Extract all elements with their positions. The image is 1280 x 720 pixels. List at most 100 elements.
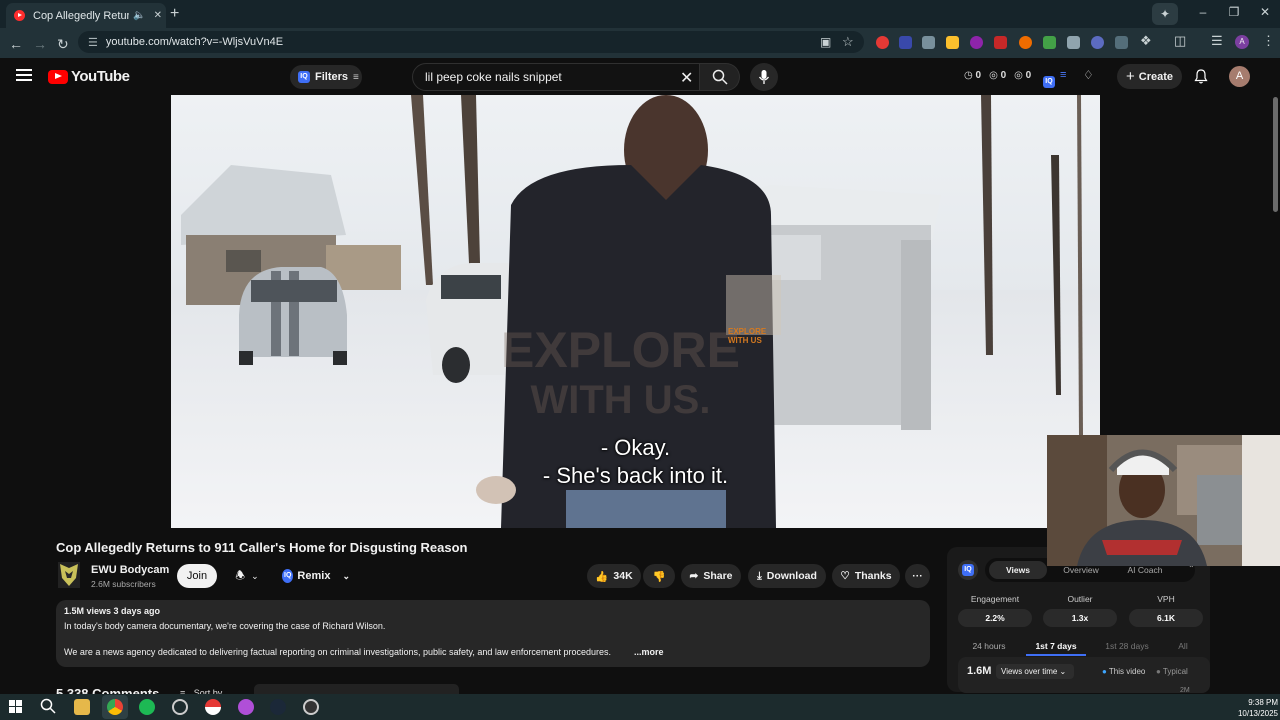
stats-icon[interactable]: ≡ bbox=[1060, 69, 1066, 81]
extension-icon[interactable] bbox=[1067, 36, 1080, 49]
channel-avatar[interactable] bbox=[58, 562, 80, 588]
join-button[interactable]: Join bbox=[177, 564, 217, 588]
hamburger-menu-icon[interactable] bbox=[16, 69, 32, 81]
site-settings-icon[interactable]: ☰ bbox=[88, 36, 98, 49]
engagement-value: 2.2% bbox=[958, 609, 1032, 627]
speaker-icon[interactable]: 🔈 bbox=[133, 10, 145, 21]
more-actions-button[interactable]: ··· bbox=[905, 564, 930, 588]
install-app-icon[interactable]: ▣ bbox=[820, 35, 831, 49]
create-label: Create bbox=[1138, 70, 1173, 83]
extension-icon[interactable] bbox=[970, 36, 983, 49]
remix-button[interactable]: IQ Remix ⌄ bbox=[279, 564, 350, 588]
taskbar-search-icon[interactable] bbox=[40, 698, 56, 719]
browser-tab[interactable]: Cop Allegedly Returns to 911 🔈 ✕ bbox=[6, 3, 166, 28]
app-icon[interactable] bbox=[238, 699, 254, 715]
spotify-icon[interactable] bbox=[139, 699, 155, 715]
vidiq-counters[interactable]: ◷ 0 ◎ 0 ◎ 0 bbox=[964, 70, 1031, 81]
plus-icon: + bbox=[1125, 68, 1135, 85]
pokeball-icon[interactable] bbox=[205, 699, 221, 715]
windows-taskbar bbox=[0, 694, 1280, 720]
trophy-icon[interactable]: ♢ bbox=[1083, 68, 1094, 82]
reading-list-icon[interactable]: ☰ bbox=[1211, 33, 1223, 49]
legend-typical: ● Typical bbox=[1156, 667, 1188, 676]
download-button[interactable]: ⤓ Download bbox=[748, 564, 826, 588]
sparkle-icon[interactable]: ✦ bbox=[1152, 3, 1178, 25]
browser-menu-icon[interactable]: ⋮ bbox=[1262, 33, 1275, 49]
extension-icon[interactable] bbox=[922, 36, 935, 49]
extension-icon[interactable] bbox=[876, 36, 889, 49]
minimize-button[interactable]: – bbox=[1188, 5, 1218, 19]
filters-label: Filters bbox=[315, 71, 349, 83]
create-button[interactable]: + Create bbox=[1117, 64, 1182, 89]
legend-this-video: ● This video bbox=[1102, 667, 1146, 676]
dislike-button[interactable]: 👎 bbox=[643, 564, 675, 588]
extension-icon[interactable] bbox=[1019, 36, 1032, 49]
voice-search-button[interactable] bbox=[750, 63, 778, 91]
new-tab-button[interactable]: + bbox=[170, 6, 179, 22]
search-icon bbox=[712, 69, 728, 85]
forward-arrow-icon[interactable]: → bbox=[33, 36, 47, 52]
outlier-label: Outlier bbox=[1067, 594, 1093, 604]
counter-b: ◎ 0 bbox=[989, 70, 1007, 81]
extension-icon[interactable] bbox=[946, 36, 959, 49]
obs-icon[interactable] bbox=[172, 699, 188, 715]
close-window-button[interactable]: ✕ bbox=[1250, 5, 1280, 19]
view-count-date: 1.5M views 3 days ago bbox=[64, 606, 161, 616]
chrome-icon[interactable] bbox=[107, 699, 123, 715]
counter-c: ◎ 0 bbox=[1014, 70, 1032, 81]
tab-ai-coach[interactable]: AI Coach bbox=[1120, 565, 1170, 575]
vidiq-toolbar-icon[interactable]: IQ bbox=[1043, 70, 1055, 88]
taskbar-clock[interactable]: 9:38 PM 10/13/2025 bbox=[1232, 697, 1278, 719]
bookmark-star-icon[interactable]: ☆ bbox=[842, 34, 854, 50]
notifications-bell-icon[interactable] bbox=[1194, 69, 1208, 87]
subtitle-line-2: - She's back into it. bbox=[542, 463, 729, 488]
extension-icon[interactable] bbox=[899, 36, 912, 49]
restore-button[interactable]: ❐ bbox=[1219, 5, 1249, 19]
vidiq-icon: IQ bbox=[282, 569, 294, 583]
thanks-label: Thanks bbox=[854, 570, 892, 582]
subscription-bell-button[interactable]: 🕭 ⌄ bbox=[224, 564, 270, 588]
outlier-value: 1.3x bbox=[1043, 609, 1117, 627]
range-first-28-days[interactable]: 1st 28 days bbox=[1094, 641, 1160, 651]
tab-close-icon[interactable]: ✕ bbox=[154, 10, 162, 21]
like-button[interactable]: 👍 34K bbox=[587, 564, 641, 588]
clear-search-icon[interactable]: ✕ bbox=[680, 68, 693, 88]
vph-value: 6.1K bbox=[1129, 609, 1203, 627]
range-all[interactable]: All bbox=[1170, 641, 1196, 651]
extension-icon[interactable] bbox=[1091, 36, 1104, 49]
engagement-label: Engagement bbox=[970, 594, 1020, 604]
side-panel-icon[interactable]: ◫ bbox=[1174, 33, 1186, 49]
search-input[interactable]: lil peep coke nails snippet bbox=[412, 63, 700, 91]
account-avatar[interactable]: A bbox=[1229, 66, 1250, 87]
thanks-button[interactable]: ♡ Thanks bbox=[832, 564, 900, 588]
video-player[interactable]: EXPLORE WITH US. EXPLORE WITH US - Okay.… bbox=[171, 95, 1100, 528]
search-button[interactable] bbox=[700, 63, 740, 91]
youtube-logo[interactable]: YouTube bbox=[48, 68, 130, 85]
filters-button[interactable]: IQ Filters ≡ bbox=[290, 65, 362, 89]
windows-start-icon[interactable] bbox=[9, 700, 22, 718]
steam-icon[interactable] bbox=[270, 699, 286, 715]
vidiq-comment-filter[interactable] bbox=[254, 684, 459, 694]
tab-overview[interactable]: Overview bbox=[1056, 565, 1106, 575]
back-arrow-icon[interactable]: ← bbox=[9, 36, 23, 52]
extensions-puzzle-icon[interactable]: ❖ bbox=[1140, 33, 1152, 49]
range-first-7-days[interactable]: 1st 7 days bbox=[1026, 641, 1086, 656]
description-more-link[interactable]: ...more bbox=[634, 647, 664, 657]
tab-views[interactable]: Views bbox=[989, 561, 1047, 579]
channel-name[interactable]: EWU Bodycam bbox=[91, 564, 169, 576]
url-bar[interactable]: ☰ youtube.com/watch?v=-WljsVuVn4E bbox=[78, 31, 864, 53]
description-line-1: In today's body camera documentary, we'r… bbox=[64, 621, 386, 631]
app-icon[interactable] bbox=[303, 699, 319, 715]
reload-icon[interactable]: ↻ bbox=[57, 36, 69, 53]
share-button[interactable]: ➦ Share bbox=[681, 564, 741, 588]
range-24-hours[interactable]: 24 hours bbox=[958, 641, 1020, 651]
extension-icon[interactable] bbox=[994, 36, 1007, 49]
youtube-play-icon bbox=[48, 69, 68, 84]
chart-metric-select[interactable]: Views over time ⌄ bbox=[996, 664, 1074, 679]
extension-icon[interactable] bbox=[1043, 36, 1056, 49]
extension-icon[interactable] bbox=[1115, 36, 1128, 49]
scrollbar-thumb[interactable] bbox=[1273, 97, 1278, 212]
tab-title: Cop Allegedly Returns to 911 bbox=[33, 9, 130, 22]
file-explorer-icon[interactable] bbox=[74, 699, 90, 715]
profile-avatar-icon[interactable]: A bbox=[1235, 35, 1249, 49]
